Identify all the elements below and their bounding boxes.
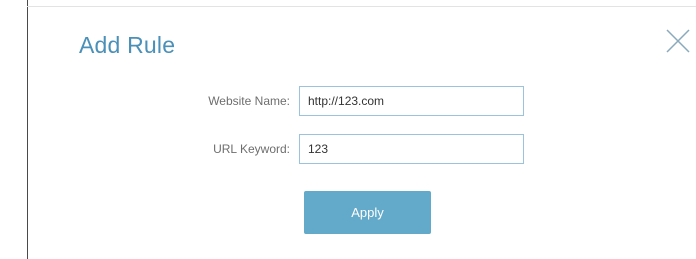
apply-button[interactable]: Apply [304,191,431,234]
dialog-top-divider [27,6,696,7]
website-name-label: Website Name: [208,94,290,108]
close-icon[interactable] [664,27,692,55]
url-keyword-input[interactable] [299,134,524,164]
add-rule-dialog: Add Rule Website Name: URL Keyword: Appl… [0,0,696,259]
url-keyword-label: URL Keyword: [213,142,290,156]
dialog-title: Add Rule [79,32,176,58]
dialog-left-border [27,0,28,259]
website-name-input[interactable] [299,86,524,116]
